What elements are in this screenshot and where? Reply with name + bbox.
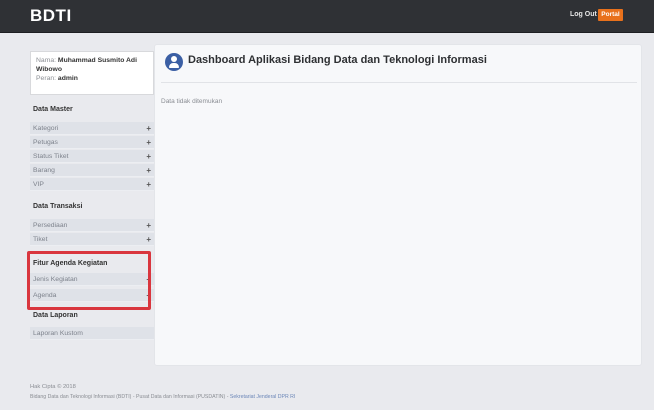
sidebar-item-jenis-kegiatan[interactable]: Jenis Kegiatan + bbox=[30, 273, 154, 286]
sidebar-item-vip[interactable]: VIP + bbox=[30, 178, 154, 191]
portal-button[interactable]: Portal bbox=[598, 9, 623, 21]
expand-plus-icon[interactable]: + bbox=[146, 150, 151, 163]
footer-org-link[interactable]: Sekretariat Jenderal DPR RI bbox=[230, 394, 295, 400]
brand-logo[interactable]: BDTI bbox=[30, 6, 72, 26]
name-label: Nama: bbox=[36, 57, 57, 64]
footer-copyright: Hak Cipta © 2018 bbox=[30, 384, 76, 390]
section-header-data-laporan: Data Laporan bbox=[33, 312, 78, 319]
sidebar-item-label: Barang bbox=[33, 167, 55, 174]
sidebar-item-barang[interactable]: Barang + bbox=[30, 164, 154, 177]
sidebar-item-label: Laporan Kustom bbox=[33, 330, 83, 337]
top-navbar: BDTI Log Out Portal bbox=[0, 0, 654, 33]
main-panel: Dashboard Aplikasi Bidang Data dan Tekno… bbox=[154, 44, 642, 366]
sidebar-item-label: Petugas bbox=[33, 139, 58, 146]
sidebar-item-persediaan[interactable]: Persediaan + bbox=[30, 219, 154, 232]
expand-plus-icon[interactable]: + bbox=[146, 233, 151, 246]
sidebar-item-label: VIP bbox=[33, 181, 44, 188]
sidebar-item-tiket[interactable]: Tiket + bbox=[30, 233, 154, 246]
footer-org-text: Bidang Data dan Teknologi Informasi (BDT… bbox=[30, 394, 229, 400]
user-icon bbox=[165, 53, 183, 71]
sidebar-item-kategori[interactable]: Kategori + bbox=[30, 122, 154, 135]
empty-state-message: Data tidak ditemukan bbox=[161, 98, 223, 105]
sidebar: Nama: Muhammad Susmito Adi Wibowo Peran:… bbox=[30, 51, 154, 351]
expand-plus-icon[interactable]: + bbox=[146, 164, 151, 177]
sidebar-item-label: Persediaan bbox=[33, 222, 68, 229]
page-title: Dashboard Aplikasi Bidang Data dan Tekno… bbox=[188, 54, 487, 66]
sidebar-item-petugas[interactable]: Petugas + bbox=[30, 136, 154, 149]
section-header-fitur-agenda: Fitur Agenda Kegiatan bbox=[33, 260, 108, 267]
sidebar-item-label: Kategori bbox=[33, 125, 59, 132]
role-label: Peran: bbox=[36, 75, 57, 82]
expand-plus-icon[interactable]: + bbox=[146, 273, 151, 286]
sidebar-item-label: Tiket bbox=[33, 236, 48, 243]
user-role: admin bbox=[57, 75, 78, 82]
sidebar-item-label: Status Tiket bbox=[33, 153, 69, 160]
sidebar-item-label: Agenda bbox=[33, 292, 57, 299]
expand-plus-icon[interactable]: + bbox=[146, 136, 151, 149]
expand-plus-icon[interactable]: + bbox=[146, 289, 151, 302]
section-header-data-transaksi: Data Transaksi bbox=[33, 203, 83, 210]
sidebar-item-status-tiket[interactable]: Status Tiket + bbox=[30, 150, 154, 163]
logout-link[interactable]: Log Out bbox=[570, 11, 597, 18]
sidebar-item-agenda[interactable]: Agenda + bbox=[30, 289, 154, 302]
sidebar-item-laporan-kustom[interactable]: Laporan Kustom bbox=[30, 327, 154, 340]
user-info-box: Nama: Muhammad Susmito Adi Wibowo Peran:… bbox=[30, 51, 154, 95]
expand-plus-icon[interactable]: + bbox=[146, 219, 151, 232]
section-header-data-master: Data Master bbox=[33, 106, 73, 113]
sidebar-item-label: Jenis Kegiatan bbox=[33, 276, 78, 283]
expand-plus-icon[interactable]: + bbox=[146, 178, 151, 191]
expand-plus-icon[interactable]: + bbox=[146, 122, 151, 135]
divider bbox=[161, 82, 637, 83]
footer-org-line: Bidang Data dan Teknologi Informasi (BDT… bbox=[30, 394, 295, 400]
